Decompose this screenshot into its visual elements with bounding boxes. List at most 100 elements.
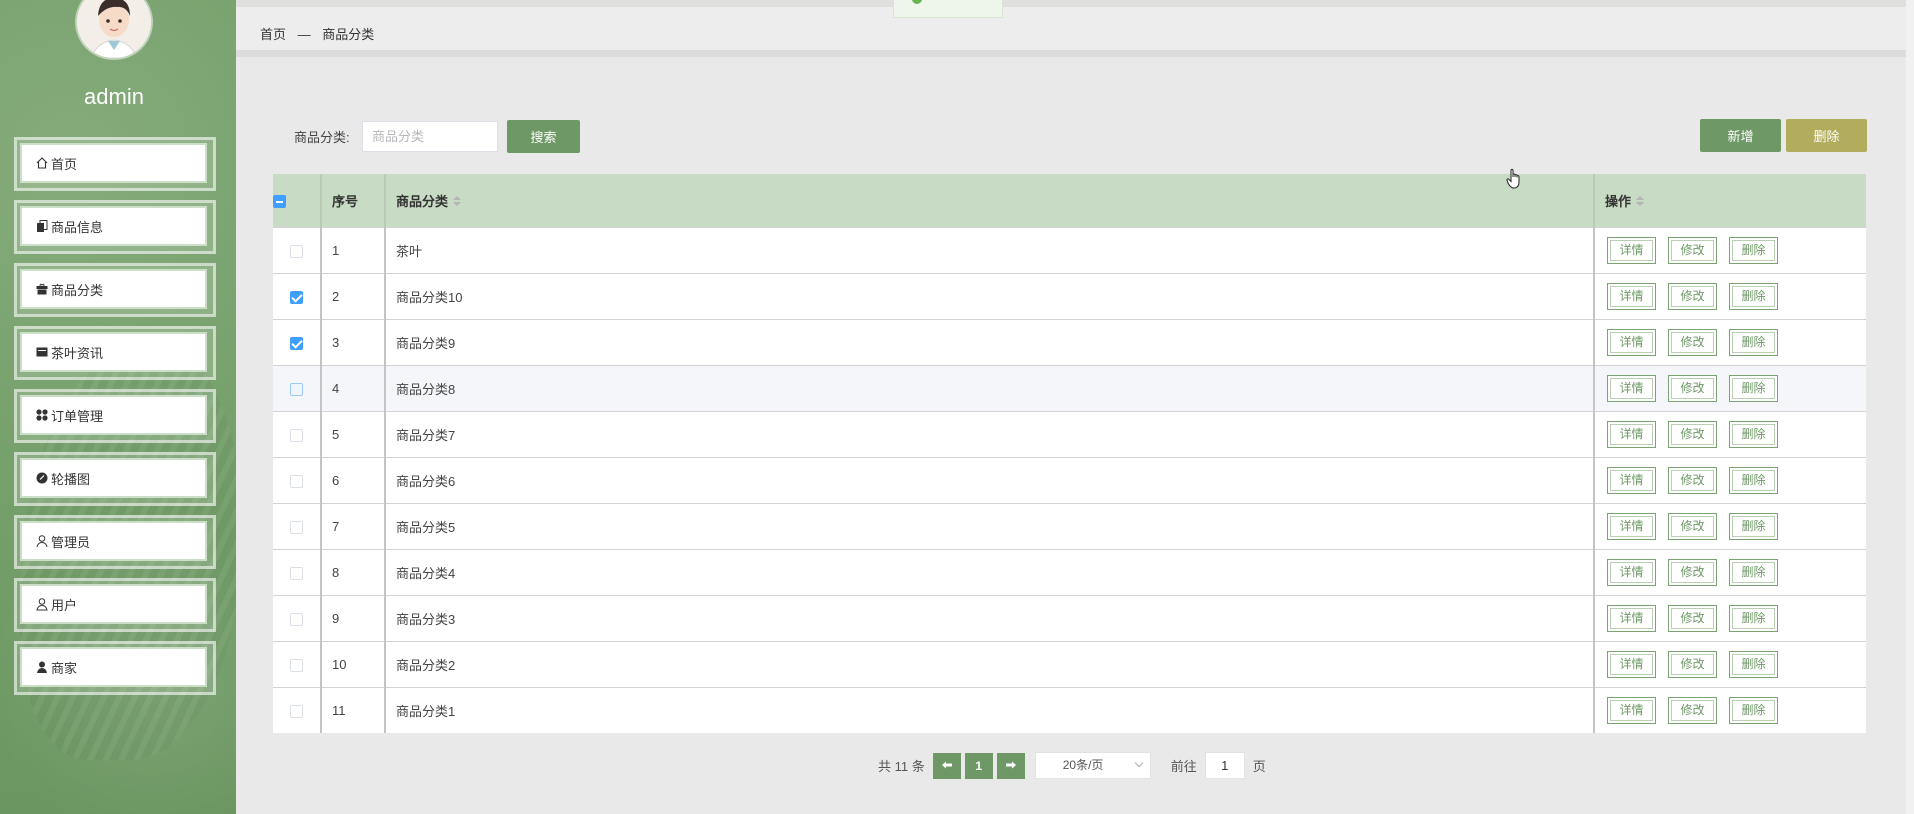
- search-button[interactable]: 搜索: [507, 120, 580, 153]
- sidebar-item-administrator[interactable]: 管理员: [14, 515, 216, 569]
- sidebar-item-order-management[interactable]: 订单管理: [14, 389, 216, 443]
- prev-page-button[interactable]: [932, 752, 961, 779]
- detail-button[interactable]: 详情: [1607, 236, 1656, 264]
- sidebar: admin 首页 商品信息 商品分类 茶叶资讯 订单管理 轮播图 管理员 用户 …: [0, 0, 236, 814]
- row-index: 4: [321, 364, 386, 411]
- row-index: 10: [321, 640, 386, 687]
- detail-button[interactable]: 详情: [1607, 328, 1656, 356]
- page-number-current[interactable]: 1: [964, 752, 993, 779]
- detail-button[interactable]: 详情: [1607, 512, 1656, 540]
- row-checkbox[interactable]: [290, 290, 303, 304]
- detail-button[interactable]: 详情: [1607, 374, 1656, 402]
- sidebar-item-label: 首页: [51, 156, 78, 172]
- sidebar-item-tea-news[interactable]: 茶叶资讯: [14, 326, 216, 380]
- row-check-cell: [273, 226, 322, 273]
- delete-button[interactable]: 删除: [1729, 696, 1778, 724]
- sidebar-item-product-info[interactable]: 商品信息: [14, 200, 216, 254]
- edit-button[interactable]: 修改: [1668, 558, 1717, 586]
- column-header-actions[interactable]: 操作: [1594, 174, 1866, 227]
- delete-button[interactable]: 删除: [1729, 236, 1778, 264]
- row-checkbox[interactable]: [290, 474, 303, 488]
- delete-button[interactable]: 删除: [1729, 512, 1778, 540]
- arrow-left-icon: [941, 761, 952, 768]
- delete-button[interactable]: 删除: [1729, 650, 1778, 678]
- bulk-delete-button[interactable]: 删除: [1786, 119, 1867, 152]
- edit-button[interactable]: 修改: [1668, 650, 1717, 678]
- detail-button[interactable]: 详情: [1607, 282, 1656, 310]
- detail-button[interactable]: 详情: [1607, 558, 1656, 586]
- row-actions: 详情 修改 删除: [1594, 318, 1866, 365]
- detail-button[interactable]: 详情: [1607, 604, 1656, 632]
- edit-button[interactable]: 修改: [1668, 236, 1717, 264]
- category-search-input[interactable]: [362, 121, 498, 152]
- avatar-image: [77, 0, 151, 58]
- detail-button[interactable]: 详情: [1607, 466, 1656, 494]
- breadcrumb-home[interactable]: 首页: [260, 27, 286, 42]
- top-strip: [236, 0, 1906, 7]
- sidebar-item-user[interactable]: 用户: [14, 578, 216, 632]
- goto-page-input[interactable]: [1204, 752, 1245, 779]
- row-index: 1: [321, 226, 386, 273]
- sidebar-item-merchant[interactable]: 商家: [14, 641, 216, 695]
- sort-icon[interactable]: [1636, 196, 1645, 208]
- add-button[interactable]: 新增: [1700, 119, 1781, 152]
- row-checkbox[interactable]: [290, 428, 303, 442]
- edit-button[interactable]: 修改: [1668, 328, 1717, 356]
- row-actions: 详情 修改 删除: [1594, 594, 1866, 641]
- edit-button[interactable]: 修改: [1668, 420, 1717, 448]
- delete-button[interactable]: 删除: [1729, 558, 1778, 586]
- detail-button[interactable]: 详情: [1607, 650, 1656, 678]
- detail-button[interactable]: 详情: [1607, 696, 1656, 724]
- row-checkbox[interactable]: [290, 612, 303, 626]
- detail-button[interactable]: 详情: [1607, 420, 1656, 448]
- row-checkbox[interactable]: [290, 658, 303, 672]
- row-checkbox[interactable]: [290, 336, 303, 350]
- row-actions: 详情 修改 删除: [1594, 364, 1866, 411]
- delete-button[interactable]: 删除: [1729, 420, 1778, 448]
- page-scrollbar[interactable]: [1906, 0, 1914, 814]
- row-checkbox[interactable]: [290, 704, 303, 718]
- select-all-checkbox[interactable]: [273, 194, 286, 208]
- sidebar-item-label: 管理员: [51, 534, 91, 550]
- column-header-index: 序号: [321, 174, 386, 227]
- edit-button[interactable]: 修改: [1668, 512, 1717, 540]
- row-checkbox[interactable]: [290, 566, 303, 580]
- row-check-cell: [273, 456, 322, 503]
- delete-button[interactable]: 删除: [1729, 374, 1778, 402]
- edit-button[interactable]: 修改: [1668, 604, 1717, 632]
- row-category: 商品分类10: [385, 272, 1595, 319]
- sidebar-item-product-category[interactable]: 商品分类: [14, 263, 216, 317]
- row-checkbox[interactable]: [290, 244, 303, 258]
- row-actions: 详情 修改 删除: [1594, 272, 1866, 319]
- row-checkbox[interactable]: [290, 382, 303, 396]
- delete-button[interactable]: 删除: [1729, 604, 1778, 632]
- delete-button[interactable]: 删除: [1729, 328, 1778, 356]
- sort-icon[interactable]: [453, 196, 462, 208]
- page-size-select[interactable]: 20条/页: [1034, 752, 1151, 779]
- edit-button[interactable]: 修改: [1668, 374, 1717, 402]
- delete-button[interactable]: 删除: [1729, 282, 1778, 310]
- username: admin: [84, 84, 144, 109]
- edit-button[interactable]: 修改: [1668, 466, 1717, 494]
- table-row: 7 商品分类5 详情 修改 删除: [273, 502, 1866, 549]
- goto-unit: 页: [1252, 759, 1266, 774]
- sidebar-item-carousel[interactable]: 轮播图: [14, 452, 216, 506]
- edit-button[interactable]: 修改: [1668, 282, 1717, 310]
- row-category: 商品分类6: [385, 456, 1595, 503]
- edit-button[interactable]: 修改: [1668, 696, 1717, 724]
- category-table: 序号 商品分类 操作 1 茶叶 详情 修改 删除 2 商品分类10 详情 修改 删除 3…: [273, 174, 1866, 733]
- row-actions: 详情 修改 删除: [1594, 226, 1866, 273]
- sidebar-item-label: 商家: [51, 660, 78, 676]
- row-index: 11: [321, 686, 386, 733]
- sidebar-item-home[interactable]: 首页: [14, 137, 216, 191]
- user-icon: [36, 598, 48, 611]
- row-category: 商品分类9: [385, 318, 1595, 365]
- sidebar-menu: 首页 商品信息 商品分类 茶叶资讯 订单管理 轮播图 管理员 用户 商家: [14, 137, 216, 704]
- avatar[interactable]: [77, 0, 151, 58]
- column-header-category[interactable]: 商品分类: [385, 174, 1595, 227]
- sidebar-item-label: 商品信息: [51, 219, 104, 235]
- search-label: 商品分类:: [294, 130, 350, 145]
- row-checkbox[interactable]: [290, 520, 303, 534]
- next-page-button[interactable]: [996, 752, 1025, 779]
- delete-button[interactable]: 删除: [1729, 466, 1778, 494]
